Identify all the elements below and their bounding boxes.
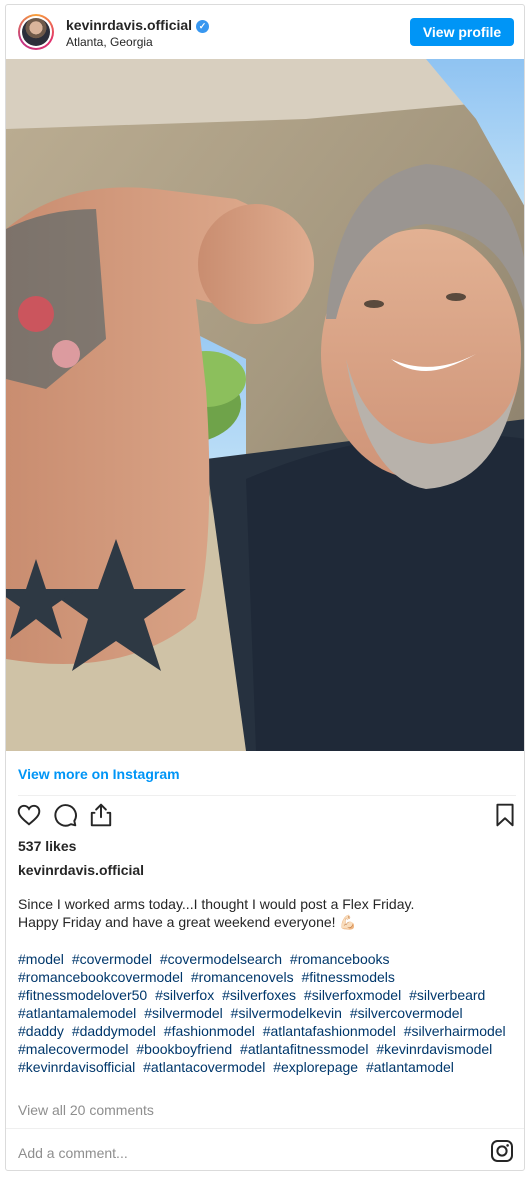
view-profile-button[interactable]: View profile [410,18,514,46]
hashtag-link[interactable]: #romancebookcovermodel [18,969,183,985]
location-link[interactable]: Atlanta, Georgia [66,35,153,49]
hashtag-link[interactable]: #covermodelsearch [160,951,282,967]
caption-line: Happy Friday and have a great weekend ev… [18,914,357,930]
hashtag-link[interactable]: #atlantacovermodel [143,1059,265,1075]
hashtag-link[interactable]: #silverfox [155,987,214,1003]
hashtag-link[interactable]: #romancebooks [290,951,390,967]
hashtag-link[interactable]: #silvercovermodel [350,1005,463,1021]
hashtag-link[interactable]: #daddy [18,1023,64,1039]
view-all-comments-link[interactable]: View all 20 comments [18,1102,154,1118]
hashtag-link[interactable]: #malecovermodel [18,1041,129,1057]
hashtag-link[interactable]: #model [18,951,64,967]
caption-username[interactable]: kevinrdavis.official [18,862,144,878]
username-text[interactable]: kevinrdavis.official [66,17,192,33]
hashtag-link[interactable]: #kevinrdavismodel [376,1041,492,1057]
hashtag-link[interactable]: #covermodel [72,951,152,967]
hashtag-link[interactable]: #silverfoxmodel [304,987,401,1003]
divider [18,795,516,796]
avatar[interactable] [18,14,54,50]
hashtag-link[interactable]: #atlantamalemodel [18,1005,136,1021]
hashtag-link[interactable]: #daddymodel [72,1023,156,1039]
add-comment-input[interactable]: Add a comment... [18,1145,128,1161]
hashtag-link[interactable]: #explorepage [273,1059,358,1075]
divider [6,1128,524,1129]
hashtag-link[interactable]: #atlantafashionmodel [263,1023,396,1039]
verified-badge-icon: ✓ [196,20,210,33]
hashtag-link[interactable]: #kevinrdavisofficial [18,1059,135,1075]
caption: Since I worked arms today...I thought I … [18,895,516,931]
hashtag-link[interactable]: #silverfoxes [222,987,296,1003]
caption-line: Since I worked arms today...I thought I … [18,896,415,912]
hashtag-list: #model #covermodel #covermodelsearch #ro… [18,950,518,1076]
view-more-link[interactable]: View more on Instagram [18,766,180,782]
comment-icon[interactable] [52,802,82,832]
hashtag-link[interactable]: #romancenovels [191,969,294,985]
hashtag-link[interactable]: #silverhairmodel [404,1023,506,1039]
likes-count[interactable]: 537 likes [18,838,76,854]
hashtag-link[interactable]: #atlantafitnessmodel [240,1041,368,1057]
hashtag-link[interactable]: #atlantamodel [366,1059,454,1075]
hashtag-link[interactable]: #fitnessmodelover50 [18,987,147,1003]
bookmark-icon[interactable] [492,802,522,832]
instagram-embed-card: kevinrdavis.official ✓ Atlanta, Georgia V… [5,4,525,1171]
post-photo[interactable] [6,59,524,751]
hashtag-link[interactable]: #bookboyfriend [136,1041,232,1057]
hashtag-link[interactable]: #fashionmodel [164,1023,255,1039]
username-link[interactable]: kevinrdavis.official ✓ [66,17,210,33]
hashtag-link[interactable]: #fitnessmodels [302,969,395,985]
action-bar [6,802,524,832]
heart-icon[interactable] [16,802,46,832]
hashtag-link[interactable]: #silvermodelkevin [231,1005,342,1021]
hashtag-link[interactable]: #silverbeard [409,987,485,1003]
share-icon[interactable] [88,802,118,832]
instagram-logo-icon[interactable] [490,1139,514,1163]
post-header: kevinrdavis.official ✓ Atlanta, Georgia V… [6,5,524,59]
hashtag-link[interactable]: #silvermodel [144,1005,223,1021]
